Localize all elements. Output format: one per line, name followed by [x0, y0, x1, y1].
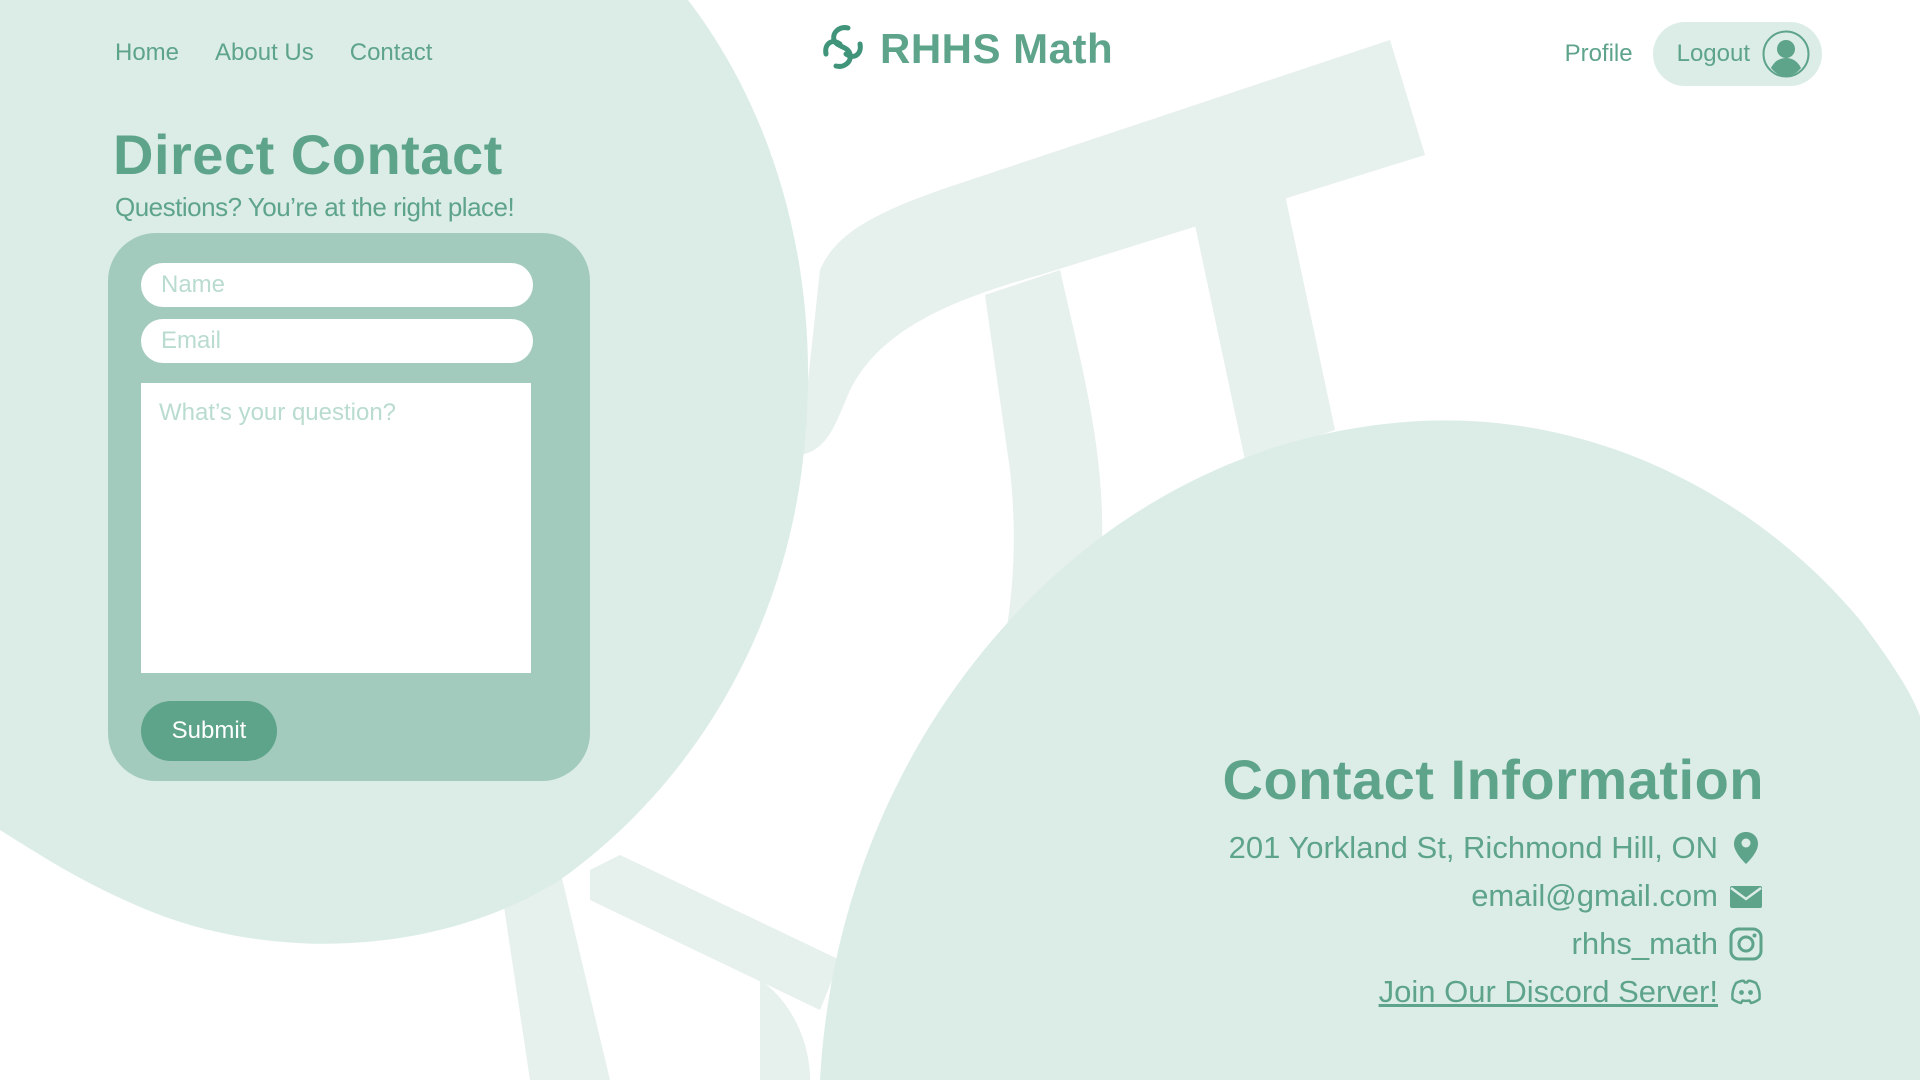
contact-form: Submit — [108, 233, 590, 781]
user-nav: Profile Logout — [1565, 22, 1822, 86]
direct-contact-title: Direct Contact — [113, 123, 503, 186]
main-nav: Home About Us Contact — [115, 36, 432, 70]
question-textarea[interactable] — [141, 383, 531, 673]
profile-link[interactable]: Profile — [1565, 40, 1633, 68]
name-input[interactable] — [141, 263, 533, 307]
rhhs-logo-icon — [823, 25, 863, 69]
location-pin-icon — [1734, 832, 1758, 864]
contact-email[interactable]: email@gmail.com — [1471, 878, 1718, 914]
submit-button[interactable]: Submit — [141, 701, 277, 761]
user-avatar-icon — [1762, 30, 1810, 78]
nav-about-link[interactable]: About Us — [215, 36, 314, 70]
contact-info: Contact Information 201 Yorkland St, Ric… — [1223, 748, 1764, 1016]
brand-name: RHHS Math — [880, 25, 1114, 72]
discord-icon — [1731, 979, 1761, 1005]
nav-home-link[interactable]: Home — [115, 36, 179, 70]
contact-address-row: 201 Yorkland St, Richmond Hill, ON — [1223, 824, 1764, 872]
envelope-icon — [1730, 886, 1762, 908]
discord-invite-link[interactable]: Join Our Discord Server! — [1379, 974, 1718, 1010]
logout-label: Logout — [1676, 40, 1750, 67]
email-input[interactable] — [141, 319, 533, 363]
page: Home About Us Contact RHHS Math Profile … — [0, 0, 1920, 1080]
instagram-icon — [1729, 927, 1763, 961]
logout-button[interactable]: Logout — [1652, 22, 1822, 86]
contact-info-title: Contact Information — [1222, 748, 1764, 811]
contact-instagram[interactable]: rhhs_math — [1572, 926, 1718, 962]
contact-instagram-row: rhhs_math — [1223, 920, 1764, 968]
nav-contact-link[interactable]: Contact — [350, 36, 433, 70]
contact-address: 201 Yorkland St, Richmond Hill, ON — [1228, 830, 1718, 865]
contact-discord-row: Join Our Discord Server! — [1223, 968, 1764, 1016]
contact-email-row: email@gmail.com — [1223, 872, 1764, 920]
direct-contact-subtitle: Questions? You’re at the right place! — [115, 192, 515, 222]
brand-logo-link[interactable]: RHHS Math — [820, 24, 1113, 74]
